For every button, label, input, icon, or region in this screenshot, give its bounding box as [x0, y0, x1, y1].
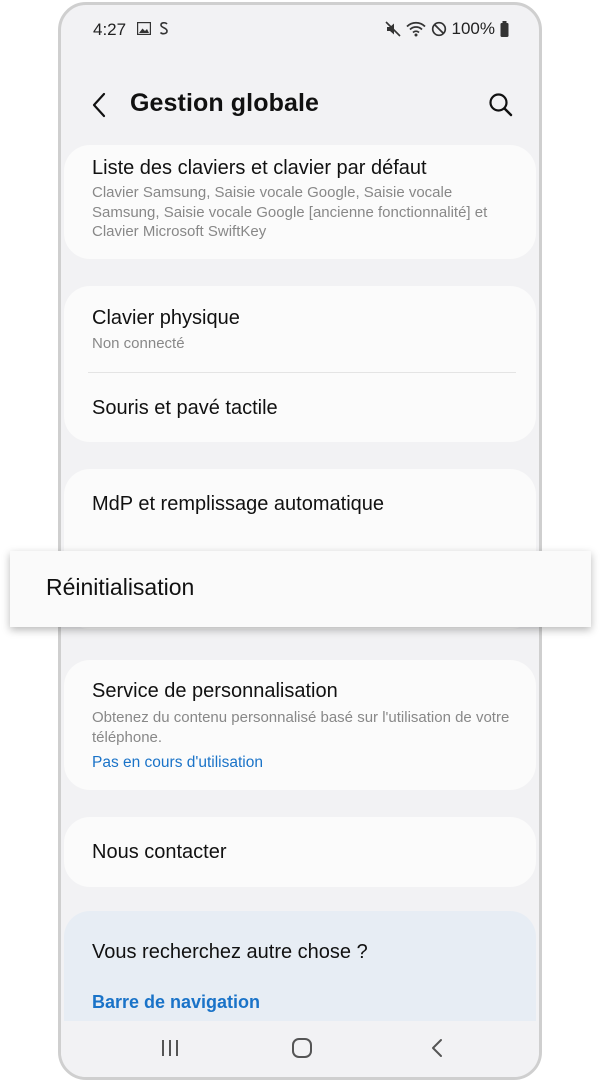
- contact-us-title: Nous contacter: [92, 841, 227, 863]
- passwords-autofill-item[interactable]: MdP et remplissage automatique: [64, 469, 536, 539]
- chevron-left-icon: [92, 92, 106, 118]
- mute-icon: [384, 21, 401, 37]
- status-left-icons: [137, 21, 169, 36]
- home-button[interactable]: [287, 1033, 317, 1063]
- contact-us-item[interactable]: Nous contacter: [64, 817, 536, 887]
- status-right: 100%: [384, 19, 509, 39]
- navigation-bar-link[interactable]: Barre de navigation: [92, 992, 260, 1013]
- input-devices-card: Clavier physique Non connecté Souris et …: [64, 286, 536, 442]
- personalization-status: Pas en cours d'utilisation: [92, 754, 263, 771]
- passwords-autofill-title: MdP et remplissage automatique: [92, 493, 385, 515]
- personalization-subtitle: Obtenez du contenu personnalisé basé sur…: [92, 709, 510, 746]
- search-button[interactable]: [487, 91, 515, 119]
- back-icon: [432, 1039, 442, 1057]
- physical-keyboard-status: Non connecté: [92, 335, 185, 352]
- physical-keyboard-item[interactable]: Clavier physique Non connecté: [64, 286, 536, 372]
- personalization-title: Service de personnalisation: [92, 680, 338, 702]
- wifi-icon: [405, 21, 426, 37]
- keyboards-subtitle: Clavier Samsung, Saisie vocale Google, S…: [92, 184, 488, 240]
- looking-for-title: Vous recherchez autre chose ?: [92, 941, 368, 963]
- battery-icon: [500, 21, 509, 37]
- keyboards-list-item[interactable]: Liste des claviers et clavier par défaut…: [64, 145, 536, 259]
- back-button[interactable]: [85, 89, 115, 121]
- keyboards-title: Liste des claviers et clavier par défaut: [92, 157, 427, 179]
- mouse-touchpad-title: Souris et pavé tactile: [92, 397, 278, 419]
- keyboards-card: Liste des claviers et clavier par défaut…: [64, 145, 536, 259]
- recents-button[interactable]: [155, 1033, 185, 1063]
- page-title: Gestion globale: [130, 89, 320, 117]
- navigation-bar: [61, 1021, 539, 1077]
- nav-back-button[interactable]: [423, 1033, 453, 1063]
- phone-frame: 4:27 100% Gestion globale Liste des clav…: [58, 2, 542, 1080]
- reset-item-highlighted[interactable]: Réinitialisation: [10, 551, 591, 627]
- physical-keyboard-title: Clavier physique: [92, 307, 240, 329]
- battery-percentage: 100%: [451, 19, 495, 38]
- app-header: Gestion globale: [61, 77, 539, 133]
- reset-title: Réinitialisation: [46, 574, 195, 600]
- home-icon: [292, 1038, 312, 1058]
- personalization-service-item[interactable]: Service de personnalisation Obtenez du c…: [64, 660, 536, 790]
- gallery-icon: [137, 22, 151, 35]
- search-icon: [489, 93, 513, 117]
- personalization-card: Service de personnalisation Obtenez du c…: [64, 660, 536, 790]
- samsung-pay-icon: [159, 21, 168, 35]
- mouse-touchpad-item[interactable]: Souris et pavé tactile: [64, 373, 536, 442]
- do-not-disturb-icon: [431, 21, 446, 37]
- contact-card: Nous contacter: [64, 817, 536, 887]
- status-time: 4:27: [93, 20, 127, 39]
- status-bar: 4:27 100%: [61, 5, 539, 55]
- recents-icon: [162, 1040, 178, 1056]
